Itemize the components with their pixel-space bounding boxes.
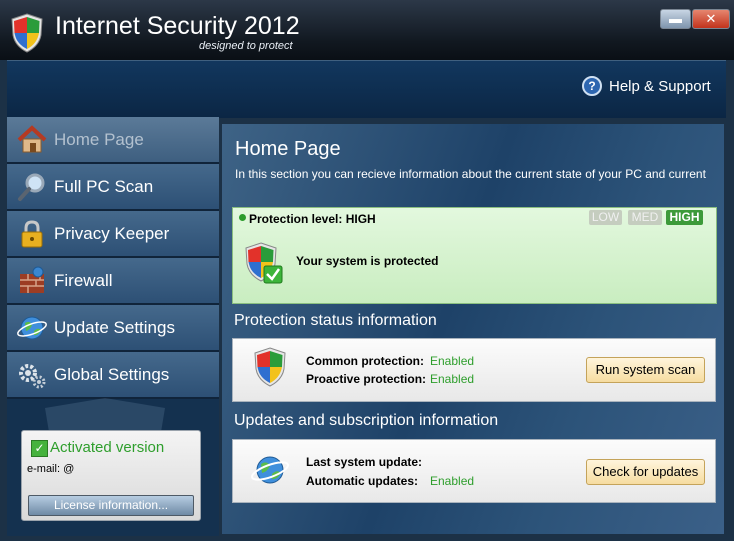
page-description: In this section you can recieve informat… [235, 167, 706, 181]
help-support-link[interactable]: ? Help & Support [582, 76, 711, 96]
shield-icon [253, 347, 287, 387]
question-icon: ? [582, 76, 602, 96]
sidebar-item-label: Global Settings [54, 364, 170, 384]
app-tagline: designed to protect [199, 40, 293, 52]
common-protection-value: Enabled [430, 354, 475, 368]
sidebar-item-update-settings[interactable]: Update Settings [7, 305, 219, 352]
globe-icon [250, 452, 290, 488]
sidebar-item-label: Privacy Keeper [54, 223, 170, 243]
email-line: e-mail: @ [27, 463, 74, 475]
proactive-protection-value: Enabled [430, 372, 475, 386]
email-value: @ [63, 463, 75, 475]
check-icon: ✓ [31, 440, 48, 457]
sidebar-item-label: Firewall [54, 270, 113, 290]
proactive-protection-label: Proactive protection: [306, 372, 427, 386]
common-protection-label: Common protection: [306, 354, 424, 368]
house-icon [16, 124, 48, 155]
help-support-label: Help & Support [609, 77, 711, 95]
sidebar-item-global-settings[interactable]: Global Settings [7, 352, 219, 399]
sidebar-item-label: Full PC Scan [54, 176, 154, 196]
magnifier-icon [16, 172, 48, 202]
level-high-button[interactable]: HIGH [666, 210, 703, 225]
sidebar-item-privacy-keeper[interactable]: Privacy Keeper [7, 211, 219, 258]
email-label: e-mail: [27, 463, 61, 475]
run-system-scan-button[interactable]: Run system scan [586, 357, 705, 383]
level-med-button[interactable]: MED [628, 210, 662, 225]
padlock-icon [16, 219, 48, 249]
sidebar-item-label: Update Settings [54, 317, 175, 337]
updates-heading: Updates and subscription information [234, 412, 499, 429]
sidebar-item-firewall[interactable]: Firewall [7, 258, 219, 305]
sidebar-item-label: Home Page [54, 129, 144, 149]
protection-status-heading: Protection status information [234, 312, 437, 329]
level-low-button[interactable]: LOW [589, 210, 622, 225]
protection-message: Your system is protected [296, 254, 439, 268]
sidebar-item-home-page[interactable]: Home Page [7, 117, 219, 164]
minimize-button[interactable]: ▬ [660, 9, 691, 29]
brick-wall-icon [16, 266, 48, 296]
automatic-updates-label: Automatic updates: [306, 474, 419, 488]
sidebar-item-full-pc-scan[interactable]: Full PC Scan [7, 164, 219, 211]
protection-level-label: Protection level: HIGH [249, 212, 376, 226]
automatic-updates-value: Enabled [430, 474, 475, 488]
app-title: Internet Security 2012 [55, 12, 300, 40]
activation-status: Activated version [50, 439, 165, 456]
globe-icon [16, 313, 48, 343]
status-dot-icon [239, 214, 246, 221]
license-information-button[interactable]: License information... [28, 495, 194, 516]
page-title: Home Page [235, 138, 341, 160]
check-for-updates-button[interactable]: Check for updates [586, 459, 705, 485]
shield-check-icon [244, 242, 284, 286]
last-update-label: Last system update: [306, 455, 423, 469]
close-button[interactable]: ✕ [692, 9, 730, 29]
gears-icon [16, 360, 48, 390]
shield-logo-icon [10, 13, 44, 53]
